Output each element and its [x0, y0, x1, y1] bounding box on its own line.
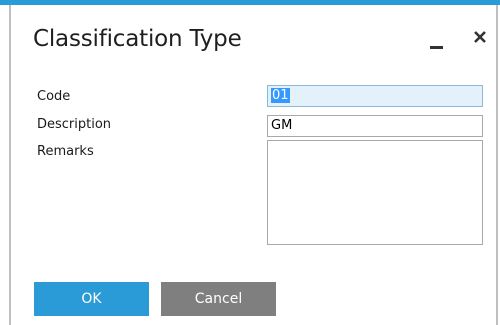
- description-field[interactable]: GM: [267, 115, 483, 137]
- dialog-right-border: [496, 5, 498, 325]
- close-icon[interactable]: [470, 27, 490, 47]
- remarks-field[interactable]: [267, 140, 483, 245]
- remarks-label: Remarks: [37, 144, 94, 159]
- ok-button[interactable]: OK: [34, 282, 149, 316]
- code-label: Code: [37, 89, 71, 104]
- title-accent-bar: [0, 0, 500, 5]
- classification-type-dialog: Classification Type Code Description Rem…: [0, 0, 500, 325]
- dialog-left-border: [9, 5, 11, 325]
- minimize-icon[interactable]: [430, 46, 443, 49]
- code-field[interactable]: 01: [267, 85, 483, 107]
- dialog-title: Classification Type: [33, 26, 242, 52]
- description-label: Description: [37, 117, 112, 132]
- code-field-selected-value: 01: [271, 88, 290, 103]
- cancel-button[interactable]: Cancel: [161, 282, 276, 316]
